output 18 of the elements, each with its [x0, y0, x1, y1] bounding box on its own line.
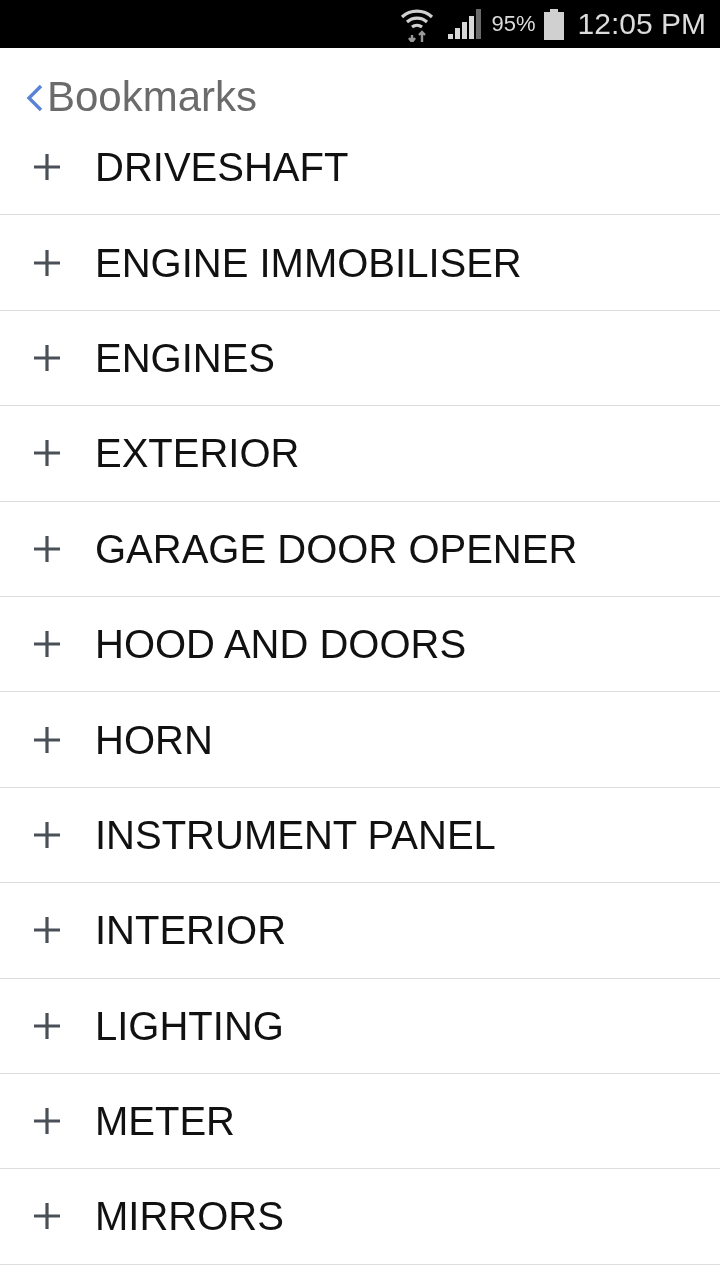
list-item[interactable]: HORN: [0, 692, 720, 788]
list-item[interactable]: HOOD AND DOORS: [0, 596, 720, 693]
list-item[interactable]: INTERIOR: [0, 883, 720, 979]
list-item[interactable]: GARAGE DOOR OPENER: [0, 501, 720, 597]
list-item[interactable]: METER: [0, 1073, 720, 1170]
back-button[interactable]: Bookmarks: [24, 74, 262, 120]
signal-icon: [447, 9, 484, 39]
chevron-icon: [26, 84, 43, 112]
list-item[interactable]: DRIVESHAFT: [0, 120, 720, 216]
list-item[interactable]: EXTERIOR: [0, 406, 720, 502]
battery-percent: 95%: [491, 11, 536, 37]
clock-time: 12:05 PM: [577, 7, 706, 41]
list-item[interactable]: ENGINES: [0, 310, 720, 407]
list-item[interactable]: MIRRORS: [0, 1169, 720, 1265]
list-item[interactable]: ENGINE IMMOBILISER: [0, 215, 720, 311]
battery-icon: [543, 8, 564, 40]
list-item[interactable]: INSTRUMENT PANEL: [0, 787, 720, 884]
list-item[interactable]: LIGHTING: [0, 978, 720, 1074]
